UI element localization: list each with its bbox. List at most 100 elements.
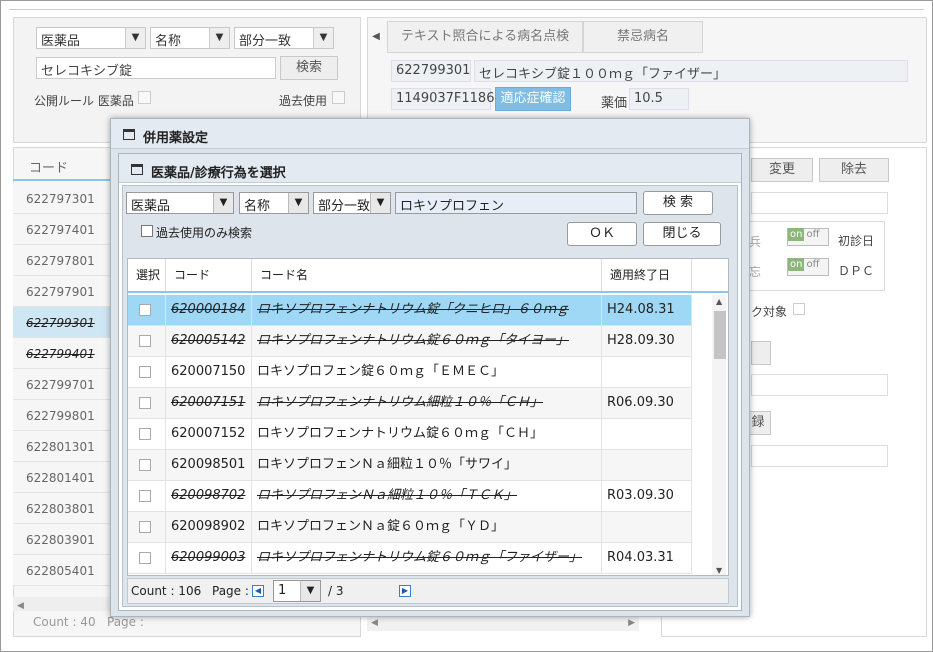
dpc-label: ＤＰＣ xyxy=(838,264,875,278)
left-list-row[interactable]: 622797801 xyxy=(13,245,111,276)
change-button[interactable]: 変更 xyxy=(751,158,813,182)
ok-button[interactable]: ＯＫ xyxy=(567,222,637,246)
row-checkbox[interactable] xyxy=(139,552,151,564)
end-date-cell: H28.09.30 xyxy=(602,326,692,356)
col-code[interactable]: コード xyxy=(166,259,252,291)
select-cell[interactable] xyxy=(128,450,166,480)
dialog-field-select[interactable]: 名称 ▼ xyxy=(239,192,309,214)
dpc-toggle[interactable]: on off xyxy=(787,258,829,276)
name-cell: ロキソプロフェンＮａ細粒１０％「サワイ」 xyxy=(252,450,602,480)
past-use-checkbox[interactable] xyxy=(332,91,345,104)
dialog-search-button[interactable]: 検 索 xyxy=(643,191,713,215)
row-checkbox[interactable] xyxy=(139,428,151,440)
left-row-code: 622803801 xyxy=(26,502,95,516)
name-cell-text: ロキソプロフェン錠６０ｍｇ「ＥＭＥＣ」 xyxy=(257,364,505,379)
keyword-input[interactable]: セレコキシブ錠 xyxy=(36,57,276,79)
end-date-cell xyxy=(602,450,692,480)
dialog-keyword-input[interactable]: ロキソプロフェン xyxy=(395,192,637,214)
row-checkbox[interactable] xyxy=(139,459,151,471)
code-cell-text: 620098501 xyxy=(171,457,246,472)
page-label: Page : xyxy=(212,584,249,598)
row-checkbox[interactable] xyxy=(139,521,151,533)
left-list-row[interactable]: 622797401 xyxy=(13,214,111,245)
field-select[interactable]: 名称 ▼ xyxy=(150,27,230,49)
row-checkbox[interactable] xyxy=(139,304,151,316)
indication-button[interactable]: 適応症確認 xyxy=(495,87,571,111)
right-small-button[interactable] xyxy=(751,341,771,365)
table-row[interactable]: 620005142 ロキソプロフェンナトリウム錠６０ｍｇ「タイヨー」 H28.09.… xyxy=(128,326,692,357)
public-rule-checkbox[interactable] xyxy=(138,91,151,104)
code-cell: 620007150 xyxy=(166,357,252,387)
table-row[interactable]: 620000184 ロキソプロフェンナトリウム錠「クニヒロ」６０ｍｇ H24.08.… xyxy=(128,295,692,326)
table-row[interactable]: 620007152 ロキソプロフェンナトリウム錠６０ｍｇ「ＣＨ」 xyxy=(128,419,692,450)
col-name[interactable]: コード名 xyxy=(252,259,602,291)
right-hscroll[interactable]: ◀ ▶ xyxy=(367,617,639,631)
scroll-thumb[interactable] xyxy=(714,311,726,359)
table-row[interactable]: 620098702 ロキソプロフェンＮａ細粒１０％「ＴＣＫ」 R03.09.30 xyxy=(128,481,692,512)
left-list-row[interactable]: 622803801 xyxy=(13,493,111,524)
table-row[interactable]: 620007150 ロキソプロフェン錠６０ｍｇ「ＥＭＥＣ」 xyxy=(128,357,692,388)
left-list-row[interactable]: 622797901 xyxy=(13,276,111,307)
grid-vscroll[interactable]: ▲ ▼ xyxy=(692,295,728,575)
select-drug-dialog: 医薬品/診療行為を選択 医薬品 ▼ 名称 ▼ 部分一致 ▼ ロキソプロフェン 検 索 … xyxy=(118,153,742,611)
right-input-3[interactable] xyxy=(751,445,888,467)
past-only-checkbox[interactable] xyxy=(141,225,153,237)
left-list-row[interactable]: 622799801 xyxy=(13,400,111,431)
match-select[interactable]: 部分一致 ▼ xyxy=(234,27,334,49)
select-cell[interactable] xyxy=(128,388,166,418)
left-list-row[interactable]: 622801401 xyxy=(13,462,111,493)
prev-page-icon[interactable]: ◀ xyxy=(252,585,264,597)
end-date-cell: R04.03.31 xyxy=(602,543,692,573)
table-row[interactable]: 620098902 ロキソプロフェンＮａ錠６０ｍｇ「ＹＤ」 xyxy=(128,512,692,543)
left-list-header[interactable]: コード xyxy=(13,149,111,181)
left-list-row[interactable]: 622799401 xyxy=(13,338,111,369)
select-cell[interactable] xyxy=(128,326,166,356)
right-input-1[interactable] xyxy=(751,192,888,214)
first-visit-toggle[interactable]: on off xyxy=(787,228,829,246)
category-select[interactable]: 医薬品 ▼ xyxy=(36,27,146,49)
left-list-row[interactable]: 622799301 xyxy=(13,307,111,338)
partial-label-2: 忘 xyxy=(749,265,762,279)
tab-contraindication[interactable]: 禁忌病名 xyxy=(583,21,703,53)
name-cell-text: ロキソプロフェンＮａ細粒１０％「サワイ」 xyxy=(257,457,518,472)
end-date-cell xyxy=(602,357,692,387)
col-select[interactable]: 選択 xyxy=(128,259,166,291)
table-row[interactable]: 620098501 ロキソプロフェンＮａ細粒１０％「サワイ」 xyxy=(128,450,692,481)
remove-button[interactable]: 除去 xyxy=(819,158,889,182)
left-list-row[interactable]: 622799701 xyxy=(13,369,111,400)
left-row-code: 622797801 xyxy=(26,254,95,268)
col-end-date[interactable]: 適用終了日 xyxy=(602,259,692,291)
dialog-match-select[interactable]: 部分一致 ▼ xyxy=(313,192,391,214)
left-list-row[interactable]: 622805401 xyxy=(13,555,111,586)
end-date-cell-text: H28.09.30 xyxy=(607,333,675,348)
search-button[interactable]: 検索 xyxy=(280,56,338,80)
close-button[interactable]: 閉じる xyxy=(643,222,721,246)
left-list-row[interactable]: 622797301 xyxy=(13,183,111,214)
row-checkbox[interactable] xyxy=(139,366,151,378)
tab-text-check[interactable]: テキスト照合による病名点検 xyxy=(387,21,583,53)
select-cell[interactable] xyxy=(128,512,166,542)
row-checkbox[interactable] xyxy=(139,397,151,409)
left-list-row[interactable]: 622801301 xyxy=(13,431,111,462)
row-checkbox[interactable] xyxy=(139,490,151,502)
select-cell[interactable] xyxy=(128,357,166,387)
chevron-down-icon: ▼ xyxy=(313,28,333,48)
page-select[interactable]: 1 ▼ xyxy=(273,580,321,602)
row-checkbox[interactable] xyxy=(139,335,151,347)
check-target-checkbox[interactable] xyxy=(793,303,805,315)
table-row[interactable]: 620099003 ロキソプロフェンナトリウム錠６０ｍｇ「ファイザー」 R04.03… xyxy=(128,543,692,574)
select-cell[interactable] xyxy=(128,543,166,573)
left-hscroll[interactable]: ◀ xyxy=(13,597,111,611)
select-cell[interactable] xyxy=(128,419,166,449)
code-cell: 620099003 xyxy=(166,543,252,573)
left-list-row[interactable]: 622803901 xyxy=(13,524,111,555)
code-cell-text: 620007150 xyxy=(171,364,246,379)
right-input-2[interactable] xyxy=(751,374,888,396)
select-cell[interactable] xyxy=(128,295,166,325)
left-row-code: 622799301 xyxy=(26,316,95,330)
select-cell[interactable] xyxy=(128,481,166,511)
tab-collapse-arrow[interactable]: ◀ xyxy=(367,21,385,53)
dialog-category-select[interactable]: 医薬品 ▼ xyxy=(126,192,234,214)
next-page-icon[interactable]: ▶ xyxy=(399,585,411,597)
table-row[interactable]: 620007151 ロキソプロフェンナトリウム細粒１０％「ＣＨ」 R06.09.30 xyxy=(128,388,692,419)
